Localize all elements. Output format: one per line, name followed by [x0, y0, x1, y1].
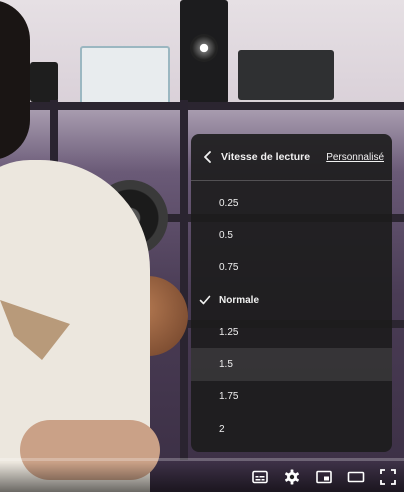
- speed-option-label: 2: [219, 423, 225, 435]
- speed-option-label: 0.5: [219, 229, 233, 241]
- subtitles-button[interactable]: [244, 462, 276, 492]
- miniplayer-button[interactable]: [308, 462, 340, 492]
- scene-speaker: [180, 0, 228, 104]
- chevron-left-icon: [204, 151, 211, 163]
- speed-option[interactable]: 1.25: [191, 316, 392, 348]
- custom-speed-link[interactable]: Personnalisé: [326, 152, 384, 163]
- speed-option-label: 1.5: [219, 359, 233, 371]
- video-player[interactable]: Vitesse de lecture Personnalisé 0.25 0.5 0…: [0, 0, 404, 492]
- panel-title: Vitesse de lecture: [221, 151, 311, 163]
- fullscreen-button[interactable]: [372, 462, 404, 492]
- fullscreen-icon: [380, 469, 396, 485]
- speed-option[interactable]: 2: [191, 413, 392, 445]
- panel-header: Vitesse de lecture Personnalisé: [191, 134, 392, 181]
- back-button[interactable]: [195, 134, 221, 180]
- theater-mode-button[interactable]: [340, 462, 372, 492]
- speed-option-label: 0.75: [219, 262, 239, 274]
- checkmark-icon: [191, 294, 219, 306]
- speed-option[interactable]: 0.25: [191, 187, 392, 219]
- scene-post: [180, 100, 188, 460]
- speed-option-label: 1.75: [219, 391, 239, 403]
- speed-option[interactable]: 1.75: [191, 381, 392, 413]
- theater-mode-icon: [347, 471, 365, 483]
- miniplayer-icon: [316, 470, 332, 484]
- subtitles-icon: [252, 470, 268, 484]
- speed-option[interactable]: 0.5: [191, 219, 392, 251]
- scene-object: [30, 62, 58, 102]
- progress-bar[interactable]: [0, 458, 404, 461]
- scene-shelf: [30, 102, 404, 110]
- speed-option[interactable]: 0.75: [191, 252, 392, 284]
- speed-options-list: 0.25 0.5 0.75 Normale 1.25 1.5 1.75 2: [191, 181, 392, 445]
- playback-speed-panel: Vitesse de lecture Personnalisé 0.25 0.5 0…: [191, 134, 392, 452]
- speed-option-label: 0.25: [219, 197, 239, 209]
- settings-button[interactable]: [276, 462, 308, 492]
- speed-option[interactable]: 1.5: [191, 348, 392, 381]
- settings-gear-icon: [285, 469, 299, 485]
- speed-option[interactable]: Normale: [191, 284, 392, 316]
- speed-option-label: 1.25: [219, 326, 239, 338]
- scene-object: [80, 46, 170, 106]
- scene-object: [238, 50, 334, 100]
- speed-option-label: Normale: [219, 294, 260, 306]
- scene-hair: [0, 0, 30, 160]
- player-controls: [0, 462, 404, 492]
